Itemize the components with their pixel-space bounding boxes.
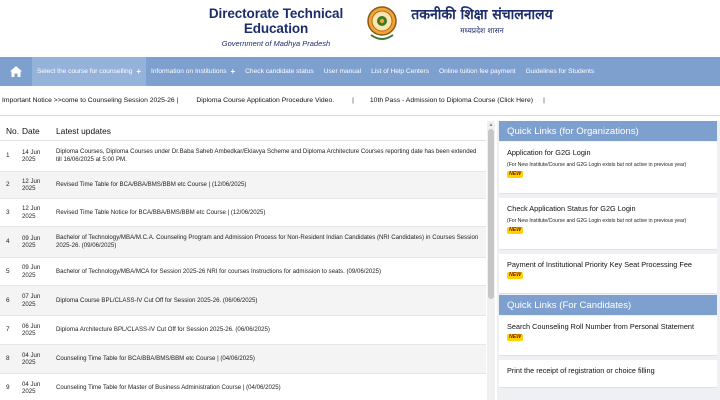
link-g2g-status[interactable]: Check Application Status for G2G Login (… bbox=[499, 198, 717, 250]
link-title[interactable]: Check Application Status for G2G Login bbox=[507, 204, 709, 213]
notice-link[interactable]: Diploma Course Application Procedure Vid… bbox=[196, 97, 334, 104]
new-badge-icon: NEW bbox=[507, 227, 524, 234]
link-priority-key-fee[interactable]: Payment of Institutional Priority Key Se… bbox=[499, 254, 717, 294]
row-no: 4 bbox=[6, 238, 10, 245]
updates-scrollbar[interactable]: ▲ bbox=[487, 121, 495, 400]
mp-government-emblem-icon bbox=[367, 6, 397, 40]
row-text[interactable]: Counseling Time Table for Master of Busi… bbox=[54, 384, 486, 392]
quick-links-org-header: Quick Links (for Organizations) bbox=[499, 121, 717, 141]
quick-links-candidates-header: Quick Links (For Candidates) bbox=[499, 295, 717, 315]
row-date: 06 Jun 2025 bbox=[22, 322, 41, 338]
nav-check-status[interactable]: Check candidate status bbox=[240, 57, 319, 86]
table-row[interactable]: 3 12 Jun 2025 Revised Time Table Notice … bbox=[0, 199, 486, 227]
row-date: 09 Jun 2025 bbox=[22, 264, 41, 279]
row-no: 1 bbox=[6, 152, 10, 159]
new-badge-icon: NEW bbox=[507, 334, 524, 341]
link-title[interactable]: Print the receipt of registration or cho… bbox=[507, 366, 709, 375]
row-text[interactable]: Diploma Architecture BPL/CLASS-IV Cut Of… bbox=[54, 326, 486, 334]
main-nav: Select the course for counselling + Info… bbox=[0, 57, 720, 86]
row-text[interactable]: Counseling Time Table for BCA/BBA/BMS/BB… bbox=[54, 355, 486, 363]
table-body: 1 14 Jun 2025 Diploma Courses, Diploma C… bbox=[0, 141, 486, 400]
link-print-receipt[interactable]: Print the receipt of registration or cho… bbox=[499, 360, 717, 388]
nav-help-centers-label: List of Help Centers bbox=[371, 68, 430, 75]
header-date: Date bbox=[22, 125, 40, 136]
header-english: Directorate Technical Education Governme… bbox=[188, 6, 364, 48]
link-title[interactable]: Payment of Institutional Priority Key Se… bbox=[507, 260, 709, 269]
row-date: 04 Jun 2025 bbox=[22, 380, 41, 396]
new-badge-icon: NEW bbox=[507, 171, 524, 178]
row-text[interactable]: Diploma Course BPL/CLASS-IV Cut Off for … bbox=[54, 297, 486, 305]
link-g2g-application[interactable]: Application for G2G Login (For New Insti… bbox=[499, 142, 717, 194]
link-title[interactable]: Search Counseling Roll Number from Perso… bbox=[507, 322, 709, 331]
nav-select-course-label: Select the course for counselling bbox=[37, 68, 133, 75]
row-text[interactable]: Revised Time Table for BCA/BBA/BMS/BBM e… bbox=[54, 181, 486, 189]
table-row[interactable]: 6 07 Jun 2025 Diploma Course BPL/CLASS-I… bbox=[0, 286, 486, 316]
scroll-up-icon[interactable]: ▲ bbox=[488, 122, 494, 128]
nav-fee-payment[interactable]: Online tuition fee payment bbox=[434, 57, 521, 86]
nav-fee-payment-label: Online tuition fee payment bbox=[439, 68, 516, 75]
site-title-hi: तकनीकी शिक्षा संचालनालय bbox=[411, 7, 553, 23]
row-no: 8 bbox=[6, 355, 10, 362]
row-no: 5 bbox=[6, 267, 10, 275]
link-note: (For New Institute/Course and G2G Login … bbox=[507, 218, 687, 224]
table-row[interactable]: 8 04 Jun 2025 Counseling Time Table for … bbox=[0, 345, 486, 374]
notice-separator: | bbox=[352, 96, 354, 104]
table-row[interactable]: 4 09 Jun 2025 Bachelor of Technology/MBA… bbox=[0, 227, 486, 258]
nav-user-manual-label: User manual bbox=[323, 68, 362, 75]
table-row[interactable]: 5 09 Jun 2025 Bachelor of Technology/MBA… bbox=[0, 258, 486, 286]
nav-user-manual[interactable]: User manual bbox=[319, 57, 366, 86]
plus-icon: + bbox=[136, 67, 141, 76]
row-date: 14 Jun 2025 bbox=[22, 148, 41, 164]
header-hindi: तकनीकी शिक्षा संचालनालय मध्यप्रदेश शासन bbox=[402, 5, 562, 36]
header-latest-updates: Latest updates bbox=[56, 125, 111, 136]
row-text[interactable]: Revised Time Table Notice for BCA/BBA/BM… bbox=[54, 209, 486, 217]
nav-help-centers[interactable]: List of Help Centers bbox=[366, 57, 434, 86]
notice-ticker: Important Notice >> come to Counseling S… bbox=[0, 89, 720, 111]
table-row[interactable]: 9 04 Jun 2025 Counseling Time Table for … bbox=[0, 374, 486, 400]
link-search-roll-number[interactable]: Search Counseling Roll Number from Perso… bbox=[499, 316, 717, 356]
row-date: 07 Jun 2025 bbox=[22, 293, 41, 308]
nav-guidelines-label: Guidelines for Students bbox=[525, 68, 595, 75]
link-note: (For New Institute/Course and G2G Login … bbox=[507, 162, 687, 168]
link-title[interactable]: Application for G2G Login bbox=[507, 148, 709, 157]
table-row[interactable]: 7 06 Jun 2025 Diploma Architecture BPL/C… bbox=[0, 316, 486, 345]
nav-institution-info-label: Information on Institutions bbox=[150, 68, 227, 75]
notice-label: Important Notice >> bbox=[2, 96, 62, 104]
table-row[interactable]: 2 12 Jun 2025 Revised Time Table for BCA… bbox=[0, 172, 486, 199]
row-date: 12 Jun 2025 bbox=[22, 177, 41, 193]
site-header: Directorate Technical Education Governme… bbox=[0, 0, 720, 56]
notice-link[interactable]: come to Counseling Session 2025-26 | bbox=[62, 97, 179, 104]
notice-separator: | bbox=[543, 96, 545, 104]
notice-link[interactable]: 10th Pass - Admission to Diploma Course … bbox=[370, 97, 533, 104]
table-row[interactable]: 1 14 Jun 2025 Diploma Courses, Diploma C… bbox=[0, 141, 486, 172]
row-text[interactable]: Diploma Courses, Diploma Courses under D… bbox=[54, 148, 486, 164]
new-badge-icon: NEW bbox=[507, 272, 524, 279]
nav-check-status-label: Check candidate status bbox=[245, 68, 314, 75]
nav-institution-info[interactable]: Information on Institutions + bbox=[146, 57, 240, 86]
row-no: 9 bbox=[6, 384, 10, 391]
latest-updates-table: No. Date Latest updates 1 14 Jun 2025 Di… bbox=[0, 121, 486, 400]
nav-guidelines[interactable]: Guidelines for Students bbox=[521, 57, 600, 86]
home-icon[interactable] bbox=[0, 57, 32, 86]
plus-icon: + bbox=[230, 67, 236, 76]
row-text[interactable]: Bachelor of Technology/MBA/M.C.A. Counse… bbox=[54, 234, 486, 250]
row-date: 12 Jun 2025 bbox=[22, 205, 41, 220]
scrollbar-thumb[interactable] bbox=[488, 129, 494, 299]
row-no: 3 bbox=[6, 208, 10, 216]
row-no: 7 bbox=[6, 326, 10, 333]
row-no: 2 bbox=[6, 181, 10, 188]
row-no: 6 bbox=[6, 296, 10, 304]
row-date: 04 Jun 2025 bbox=[22, 351, 41, 367]
nav-select-course[interactable]: Select the course for counselling + bbox=[32, 57, 146, 86]
row-date: 09 Jun 2025 bbox=[22, 234, 41, 250]
table-header: No. Date Latest updates bbox=[0, 121, 486, 141]
header-no: No. bbox=[6, 125, 20, 136]
site-subtitle-en: Government of Madhya Pradesh bbox=[221, 39, 331, 48]
row-text[interactable]: Bachelor of Technology/MBA/MCA for Sessi… bbox=[54, 268, 486, 276]
site-subtitle-hi: मध्यप्रदेश शासन bbox=[460, 26, 504, 35]
site-title-en: Directorate Technical Education bbox=[208, 6, 344, 36]
divider bbox=[0, 115, 720, 116]
